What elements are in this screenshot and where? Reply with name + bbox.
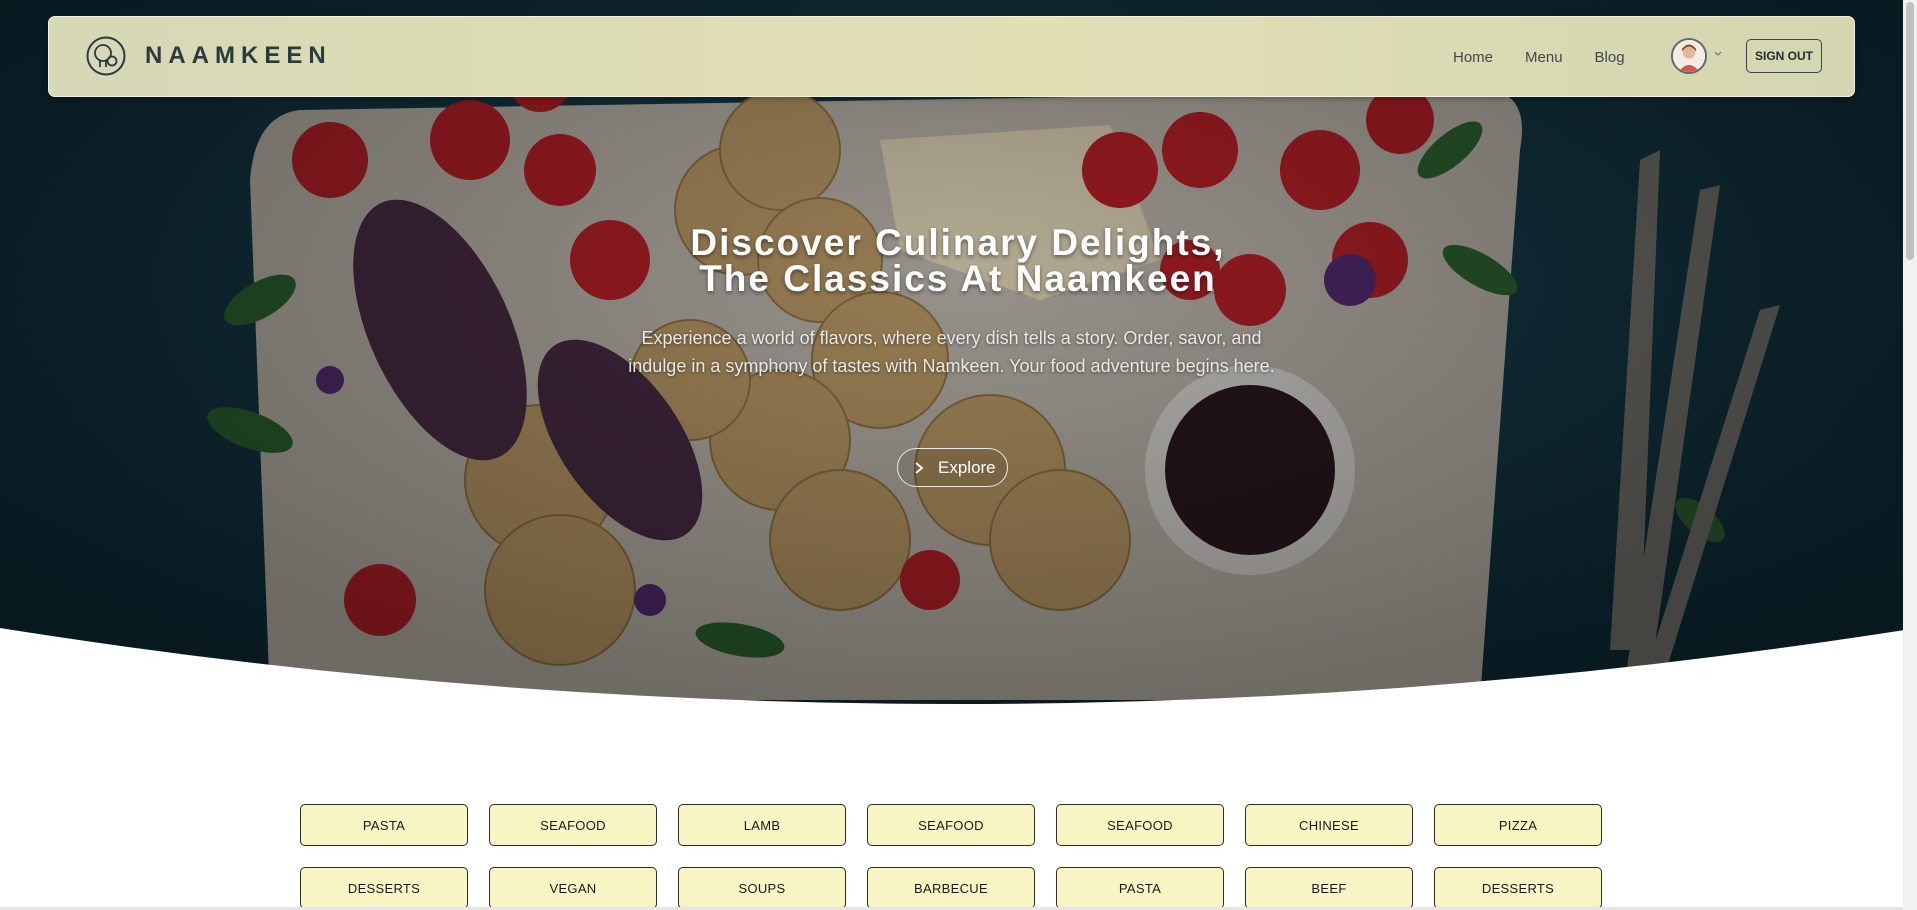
page-scrollbar[interactable] [1903, 0, 1917, 910]
avatar-portrait [1673, 40, 1705, 72]
category-pill[interactable]: BARBECUE [867, 867, 1035, 909]
hero-title: Discover Culinary Delights, The Classics… [558, 222, 1358, 299]
hero-title-line-2: The Classics At Naamkeen [699, 258, 1217, 299]
category-pill[interactable]: SEAFOOD [867, 804, 1035, 846]
category-pill[interactable]: CHINESE [1245, 804, 1413, 846]
bulb-logo-icon[interactable] [86, 36, 126, 76]
category-pill[interactable]: DESSERTS [300, 867, 468, 909]
brand-name[interactable]: NAAMKEEN [145, 42, 332, 70]
nav-link-home[interactable]: Home [1453, 49, 1493, 66]
category-filter-grid: PASTA SEAFOOD LAMB SEAFOOD SEAFOOD CHINE… [300, 804, 1605, 909]
scrollbar-thumb[interactable] [1906, 2, 1914, 260]
category-pill[interactable]: SEAFOOD [1056, 804, 1224, 846]
hero-curve-divider [0, 628, 1917, 710]
top-navbar: NAAMKEEN Home Menu Blog SIGN OUT [48, 16, 1855, 97]
category-pill[interactable]: DESSERTS [1434, 867, 1602, 909]
sign-out-button[interactable]: SIGN OUT [1746, 39, 1822, 73]
category-pill[interactable]: PASTA [1056, 867, 1224, 909]
chevron-right-icon [915, 461, 924, 474]
hero-subtitle: Experience a world of flavors, where eve… [628, 328, 1275, 376]
explore-button[interactable]: Explore [897, 448, 1008, 487]
chevron-down-icon[interactable] [1713, 49, 1723, 59]
explore-label: Explore [938, 457, 996, 477]
category-pill[interactable]: PASTA [300, 804, 468, 846]
hero-title-line-1: Discover Culinary Delights, [690, 222, 1226, 263]
category-pill[interactable]: PIZZA [1434, 804, 1602, 846]
category-pill[interactable]: LAMB [678, 804, 846, 846]
main-nav: Home Menu Blog [1453, 49, 1657, 66]
category-pill[interactable]: BEEF [1245, 867, 1413, 909]
hero-section: Discover Culinary Delights, The Classics… [0, 0, 1917, 710]
nav-link-blog[interactable]: Blog [1595, 49, 1625, 66]
user-avatar-icon[interactable] [1671, 38, 1707, 74]
category-pill[interactable]: SOUPS [678, 867, 846, 909]
category-pill[interactable]: VEGAN [489, 867, 657, 909]
category-pill[interactable]: SEAFOOD [489, 804, 657, 846]
nav-link-menu[interactable]: Menu [1525, 49, 1563, 66]
